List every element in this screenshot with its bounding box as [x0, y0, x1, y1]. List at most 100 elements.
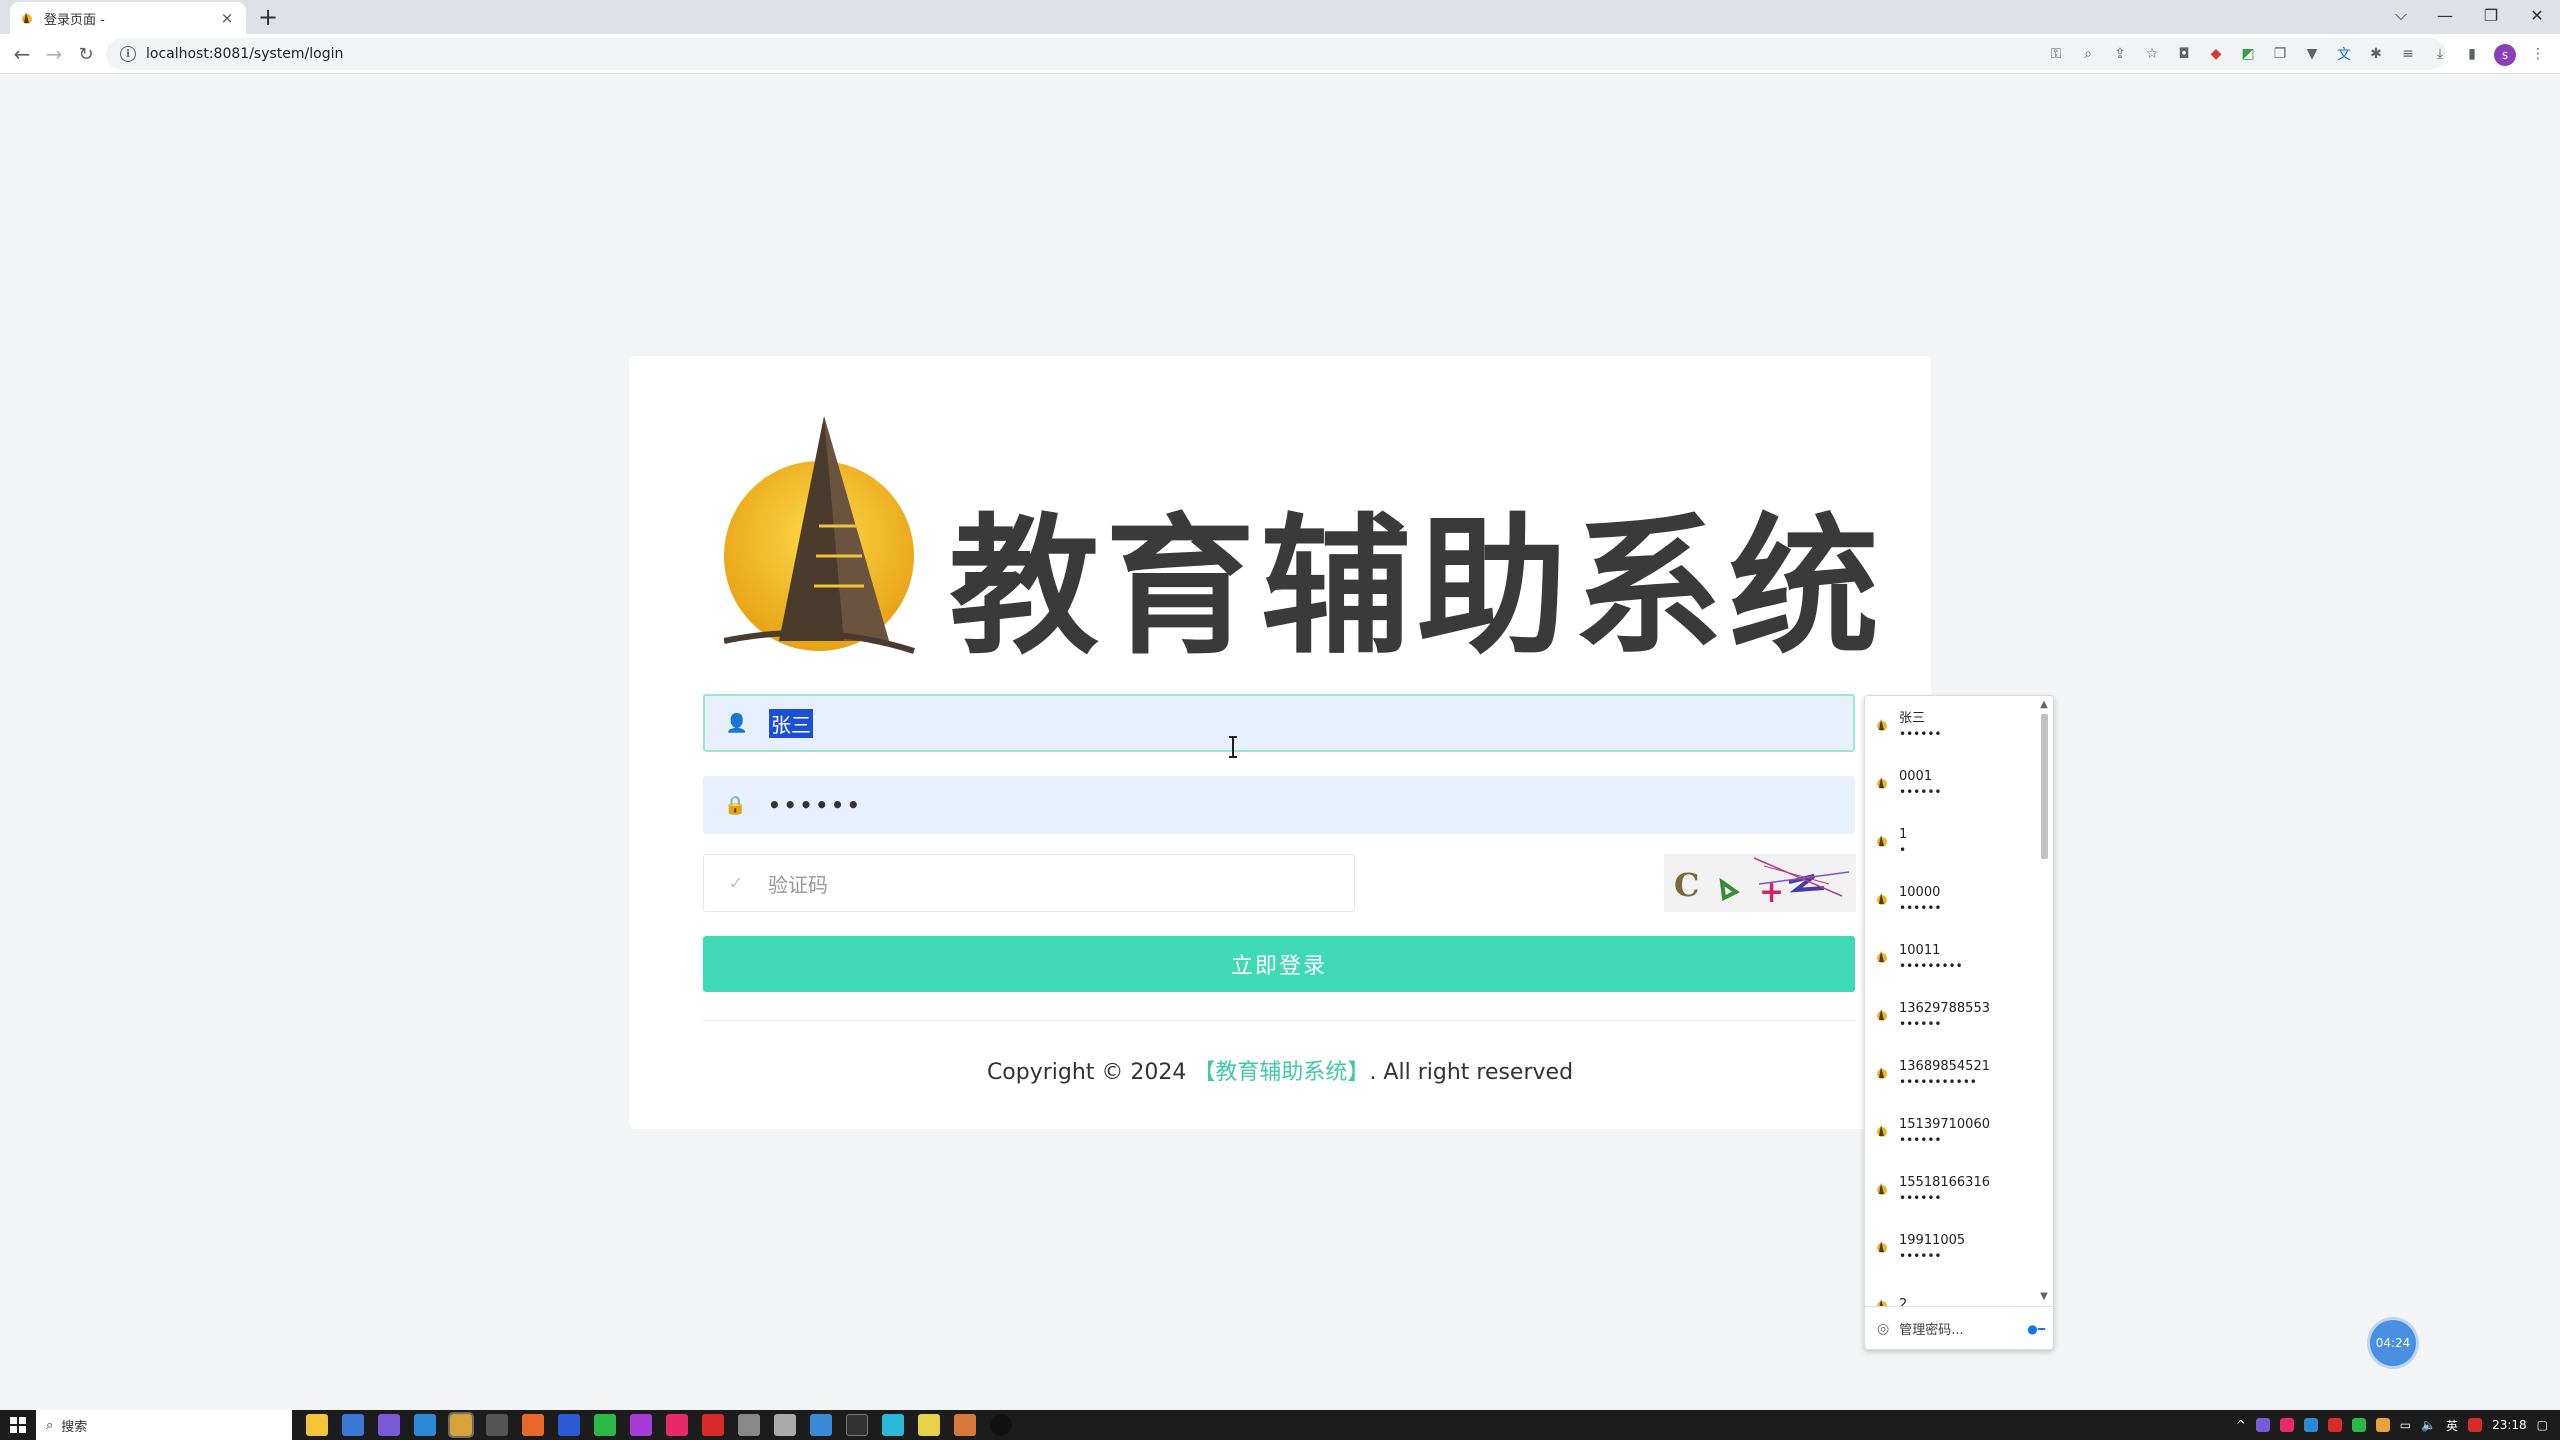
saved-password-item[interactable]: 19911005 ••••••	[1865, 1218, 2037, 1276]
translate-icon[interactable]: 文	[2334, 44, 2354, 64]
captcha-image[interactable]: C +	[1664, 854, 1856, 912]
site-favicon-icon	[1877, 1067, 1887, 1079]
saved-username: 13689854521	[1899, 1059, 1990, 1074]
app-icon[interactable]	[558, 1414, 580, 1436]
app-icon[interactable]	[882, 1414, 904, 1436]
site-info-icon[interactable]: i	[120, 46, 136, 62]
screenshot-icon[interactable]: ◘	[2174, 44, 2194, 64]
windows-start-icon[interactable]	[0, 1410, 36, 1440]
terminal-icon[interactable]	[846, 1414, 868, 1436]
taskbar-search-box[interactable]: ⌕ 搜索	[36, 1410, 292, 1440]
tray-app-icon[interactable]	[2255, 1418, 2270, 1432]
tray-app-icon[interactable]	[2303, 1418, 2318, 1432]
network-icon[interactable]: ▭	[2400, 1418, 2411, 1432]
firefox-icon[interactable]	[522, 1414, 544, 1436]
bookmark-star-icon[interactable]: ☆	[2142, 44, 2162, 64]
chrome-icon: ◎	[1877, 1320, 1890, 1337]
site-favicon-icon	[1877, 1009, 1887, 1021]
username-input[interactable]: 👤 张三	[703, 694, 1855, 752]
extension-filter-icon[interactable]: ▼	[2302, 44, 2322, 64]
site-favicon-icon	[1877, 719, 1887, 731]
scroll-up-arrow-icon[interactable]: ▲	[2037, 698, 2051, 712]
password-input[interactable]: 🔒 ••••••	[703, 776, 1855, 834]
app-icon[interactable]	[918, 1414, 940, 1436]
floating-timer-badge[interactable]: 04:24	[2370, 1320, 2416, 1366]
app-icon[interactable]	[378, 1414, 400, 1436]
tray-expand-icon[interactable]: ^	[2236, 1418, 2246, 1432]
new-tab-button[interactable]: +	[258, 4, 278, 30]
login-submit-button[interactable]: 立即登录	[703, 936, 1855, 992]
tab-search-icon[interactable]: ⌵	[2378, 0, 2424, 30]
saved-password-item[interactable]: 0001 ••••••	[1865, 754, 2037, 812]
tray-app-icon[interactable]	[2468, 1418, 2483, 1432]
tab-close-icon[interactable]: ×	[218, 9, 236, 27]
saved-password-item[interactable]: 张三 ••••••	[1865, 696, 2037, 754]
settings-icon[interactable]	[486, 1414, 508, 1436]
app-icon[interactable]	[666, 1414, 688, 1436]
password-key-icon: ●━	[2027, 1321, 2045, 1336]
forward-button[interactable]: →	[40, 40, 68, 68]
captcha-input[interactable]: ✓ 验证码	[703, 854, 1355, 912]
volume-icon[interactable]: 🔈	[2421, 1418, 2436, 1432]
saved-password-item[interactable]: 10000 ••••••	[1865, 870, 2037, 928]
file-explorer-icon[interactable]	[306, 1414, 328, 1436]
clock[interactable]: 23:18	[2492, 1418, 2527, 1432]
saved-username: 15139710060	[1899, 1117, 1990, 1132]
extension-copy-icon[interactable]: ❐	[2270, 44, 2290, 64]
svg-text:C: C	[1674, 866, 1699, 904]
extension-green-icon[interactable]: ◩	[2238, 44, 2258, 64]
site-favicon-icon	[1877, 1299, 1887, 1306]
check-icon: ✓	[728, 872, 744, 894]
notification-icon[interactable]: ▢	[2537, 1418, 2548, 1432]
scroll-down-arrow-icon[interactable]: ▼	[2037, 1290, 2051, 1304]
tray-app-icon[interactable]	[2375, 1418, 2390, 1432]
popup-scrollbar[interactable]: ▲ ▼	[2037, 696, 2051, 1306]
app-icon[interactable]	[810, 1414, 832, 1436]
share-icon[interactable]: ⇪	[2110, 44, 2130, 64]
extensions-puzzle-icon[interactable]: ✱	[2366, 44, 2386, 64]
saved-password-item[interactable]: 15518166316 ••••••	[1865, 1160, 2037, 1218]
wechat-icon[interactable]	[594, 1414, 616, 1436]
app-icon[interactable]	[630, 1414, 652, 1436]
reload-button[interactable]: ↻	[72, 40, 100, 68]
app-icon[interactable]	[990, 1414, 1012, 1436]
saved-password-mask: ••••••	[1899, 1191, 1942, 1205]
app-icon[interactable]	[702, 1414, 724, 1436]
password-key-icon[interactable]: ⚿	[2046, 44, 2066, 64]
saved-password-mask: •••••••••••	[1899, 1075, 1977, 1089]
tray-app-icon[interactable]	[2327, 1418, 2342, 1432]
reading-list-icon[interactable]: ≡	[2398, 44, 2418, 64]
app-icon[interactable]	[738, 1414, 760, 1436]
saved-password-item[interactable]: 15139710060 ••••••	[1865, 1102, 2037, 1160]
restore-button[interactable]: ❐	[2468, 0, 2514, 30]
app-icon[interactable]	[774, 1414, 796, 1436]
minimize-button[interactable]: —	[2422, 0, 2468, 30]
tray-app-icon[interactable]	[2351, 1418, 2366, 1432]
saved-password-item[interactable]: 10011 •••••••••	[1865, 928, 2037, 986]
ime-indicator[interactable]: 英	[2446, 1417, 2458, 1434]
user-icon: 👤	[725, 712, 749, 734]
chrome-taskbar-icon[interactable]	[448, 1412, 474, 1438]
system-tray: ^ ▭ 🔈 英 23:18 ▢	[2236, 1410, 2548, 1440]
tab-title: 登录页面 -	[44, 12, 105, 28]
zoom-icon[interactable]: ⌕	[2078, 44, 2098, 64]
manage-passwords-button[interactable]: ◎ 管理密码... ●━	[1865, 1306, 2053, 1349]
browser-tab[interactable]: 登录页面 - ×	[10, 2, 246, 34]
profile-avatar[interactable]: s	[2494, 44, 2516, 66]
intellij-icon[interactable]	[954, 1414, 976, 1436]
browser-menu-icon[interactable]: ⋮	[2528, 44, 2548, 64]
password-value: ••••••	[768, 793, 863, 817]
saved-password-item[interactable]: 2	[1865, 1276, 2037, 1306]
saved-password-item[interactable]: 13689854521 •••••••••••	[1865, 1044, 2037, 1102]
saved-password-item[interactable]: 13629788553 ••••••	[1865, 986, 2037, 1044]
extension-shield-icon[interactable]: ◆	[2206, 44, 2226, 64]
saved-password-item[interactable]: 1 •	[1865, 812, 2037, 870]
tray-app-icon[interactable]	[2279, 1418, 2294, 1432]
app-icon[interactable]	[414, 1414, 436, 1436]
back-button[interactable]: ←	[8, 40, 36, 68]
side-panel-icon[interactable]: ▮	[2462, 44, 2482, 64]
download-icon[interactable]: ⤓	[2430, 44, 2450, 64]
app-icon[interactable]	[342, 1414, 364, 1436]
scroll-thumb[interactable]	[2041, 714, 2048, 859]
close-window-button[interactable]: ✕	[2514, 0, 2560, 30]
